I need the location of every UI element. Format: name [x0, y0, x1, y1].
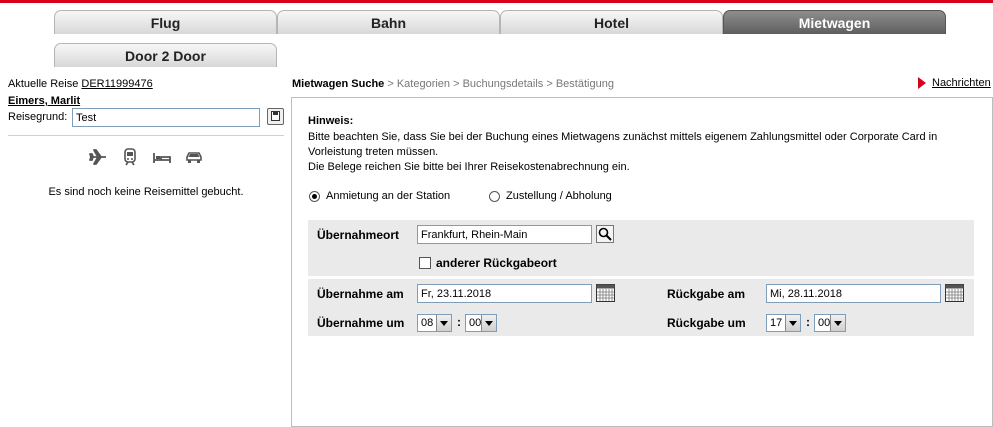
- traveler-name-link[interactable]: Eimers, Marlit: [8, 95, 80, 107]
- radio-delivery-label: Zustellung / Abholung: [506, 190, 612, 202]
- current-trip-label: Aktuelle Reise: [8, 78, 79, 90]
- hint-line-2: Die Belege reichen Sie bitte bei Ihrer R…: [308, 161, 630, 173]
- news-link[interactable]: Nachrichten: [932, 77, 991, 89]
- sidebar-divider: [8, 135, 284, 136]
- arrow-right-icon: [918, 77, 926, 89]
- return-date-input[interactable]: [766, 284, 941, 303]
- calendar-icon: [596, 284, 615, 302]
- car-icon: [184, 147, 204, 167]
- chevron-down-icon: [481, 315, 496, 331]
- tab-door2door[interactable]: Door 2 Door: [54, 43, 277, 67]
- return-minute-value: 00: [818, 317, 831, 329]
- chevron-down-icon: [785, 315, 800, 331]
- travel-mode-icons: [88, 146, 208, 168]
- other-return-checkbox-box[interactable]: [419, 257, 431, 269]
- return-hour-value: 17: [770, 317, 783, 329]
- chevron-down-icon: [436, 315, 451, 331]
- save-reason-button[interactable]: [267, 108, 284, 125]
- pickup-minute-value: 00: [469, 317, 482, 329]
- magnifier-icon: [598, 227, 612, 241]
- pickup-hour-select[interactable]: 08: [417, 314, 452, 332]
- chevron-down-icon: [830, 315, 845, 331]
- location-search-button[interactable]: [596, 225, 614, 243]
- reason-input[interactable]: [72, 108, 260, 127]
- pickup-time-label: Übernahme um: [317, 316, 405, 330]
- pickup-date-label: Übernahme am: [317, 287, 404, 301]
- hint-title: Hinweis:: [308, 115, 354, 127]
- tab-bahn[interactable]: Bahn: [277, 10, 500, 34]
- plane-icon: [88, 147, 108, 167]
- pickup-time-colon: :: [457, 315, 461, 329]
- reason-label: Reisegrund:: [8, 111, 68, 123]
- hint-line-1: Bitte beachten Sie, dass Sie bei der Buc…: [308, 131, 938, 158]
- other-return-label: anderer Rückgabeort: [436, 256, 557, 270]
- calendar-icon: [945, 284, 964, 302]
- pickup-place-label: Übernahmeort: [317, 228, 400, 242]
- tab-hotel[interactable]: Hotel: [500, 10, 723, 34]
- current-trip: Aktuelle Reise DER11999476: [8, 78, 153, 90]
- pickup-hour-value: 08: [421, 317, 434, 329]
- return-time-colon: :: [806, 315, 810, 329]
- tab-flug[interactable]: Flug: [54, 10, 277, 34]
- no-booking-message: Es sind noch keine Reisemittel gebucht.: [48, 186, 244, 198]
- pickup-place-input[interactable]: [417, 225, 592, 244]
- pickup-calendar-button[interactable]: [596, 284, 615, 302]
- floppy-disk-icon: [271, 111, 280, 121]
- return-hour-select[interactable]: 17: [766, 314, 801, 332]
- pickup-minute-select[interactable]: 00: [465, 314, 497, 332]
- return-time-label: Rückgabe um: [667, 316, 746, 330]
- other-return-checkbox[interactable]: anderer Rückgabeort: [419, 256, 557, 270]
- location-section: [308, 220, 974, 276]
- train-icon: [120, 147, 140, 167]
- hotel-bed-icon: [152, 147, 172, 167]
- breadcrumb-current: Mietwagen Suche: [292, 78, 385, 90]
- hint-text: Bitte beachten Sie, dass Sie bei der Buc…: [308, 130, 948, 175]
- breadcrumb: Mietwagen Suche > Kategorien > Buchungsd…: [292, 78, 614, 90]
- trip-id-link[interactable]: DER11999476: [81, 78, 152, 90]
- tab-mietwagen[interactable]: Mietwagen: [723, 10, 946, 34]
- return-minute-select[interactable]: 00: [814, 314, 846, 332]
- radio-station-label: Anmietung an der Station: [326, 190, 451, 202]
- pickup-date-input[interactable]: [417, 284, 592, 303]
- radio-delivery[interactable]: Zustellung / Abholung: [489, 190, 612, 202]
- breadcrumb-steps: > Kategorien > Buchungsdetails > Bestäti…: [384, 78, 614, 90]
- radio-delivery-indicator[interactable]: [489, 190, 500, 202]
- radio-station[interactable]: Anmietung an der Station: [309, 190, 450, 202]
- news: Nachrichten: [918, 77, 991, 89]
- radio-station-indicator[interactable]: [309, 190, 320, 202]
- return-calendar-button[interactable]: [945, 284, 964, 302]
- top-accent-line: [0, 0, 993, 3]
- return-date-label: Rückgabe am: [667, 287, 746, 301]
